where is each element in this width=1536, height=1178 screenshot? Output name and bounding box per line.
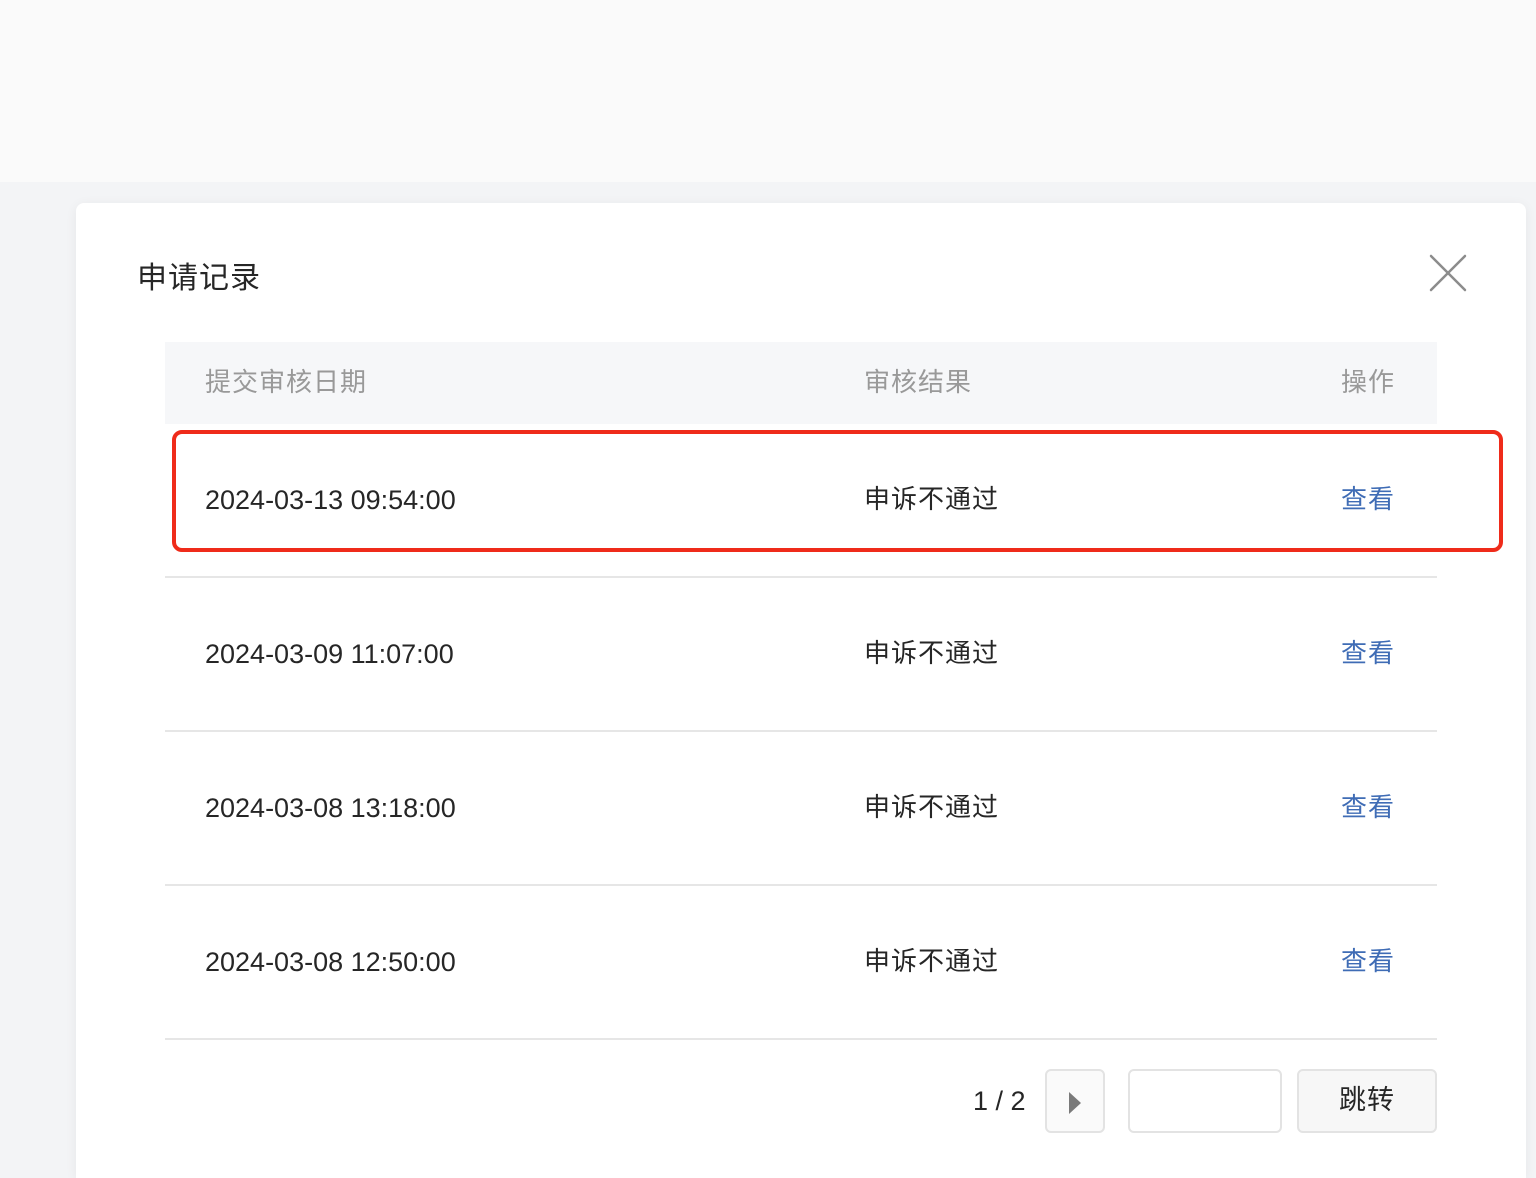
close-icon xyxy=(1429,254,1467,292)
table-row: 2024-03-08 12:50:00 申诉不通过 查看 xyxy=(165,886,1437,1040)
caret-right-icon xyxy=(1069,1092,1081,1114)
table-row: 2024-03-08 13:18:00 申诉不通过 查看 xyxy=(165,732,1437,886)
dialog-title: 申请记录 xyxy=(137,261,261,296)
table-header: 提交审核日期 审核结果 操作 xyxy=(165,342,1437,424)
close-button[interactable] xyxy=(1428,253,1468,293)
header-date: 提交审核日期 xyxy=(205,368,368,398)
page-indicator: 1 / 2 xyxy=(973,1086,1026,1116)
row-result: 申诉不通过 xyxy=(864,485,1000,515)
row-date: 2024-03-13 09:54:00 xyxy=(205,485,456,515)
jump-button[interactable]: 跳转 xyxy=(1297,1069,1437,1133)
apply-records-dialog: 申请记录 提交审核日期 审核结果 操作 2024-03-13 09:54:00 … xyxy=(76,203,1526,1178)
table-row: 2024-03-13 09:54:00 申诉不通过 查看 xyxy=(165,424,1437,578)
pagination: 1 / 2 跳转 xyxy=(165,1069,1437,1133)
table-row: 2024-03-09 11:07:00 申诉不通过 查看 xyxy=(165,578,1437,732)
view-link[interactable]: 查看 xyxy=(1341,424,1395,576)
row-date: 2024-03-08 13:18:00 xyxy=(205,793,456,823)
header-action: 操作 xyxy=(1341,368,1396,398)
view-link[interactable]: 查看 xyxy=(1341,732,1395,884)
row-date: 2024-03-08 12:50:00 xyxy=(205,947,456,977)
view-link[interactable]: 查看 xyxy=(1341,886,1395,1038)
page-number-input[interactable] xyxy=(1128,1069,1282,1133)
next-page-button[interactable] xyxy=(1045,1069,1105,1133)
header-result: 审核结果 xyxy=(864,368,973,398)
records-table: 提交审核日期 审核结果 操作 2024-03-13 09:54:00 申诉不通过… xyxy=(165,342,1437,1040)
row-result: 申诉不通过 xyxy=(864,793,1000,823)
row-date: 2024-03-09 11:07:00 xyxy=(205,639,454,669)
top-background xyxy=(0,0,1536,182)
row-result: 申诉不通过 xyxy=(864,639,1000,669)
row-result: 申诉不通过 xyxy=(864,947,1000,977)
view-link[interactable]: 查看 xyxy=(1341,578,1395,730)
